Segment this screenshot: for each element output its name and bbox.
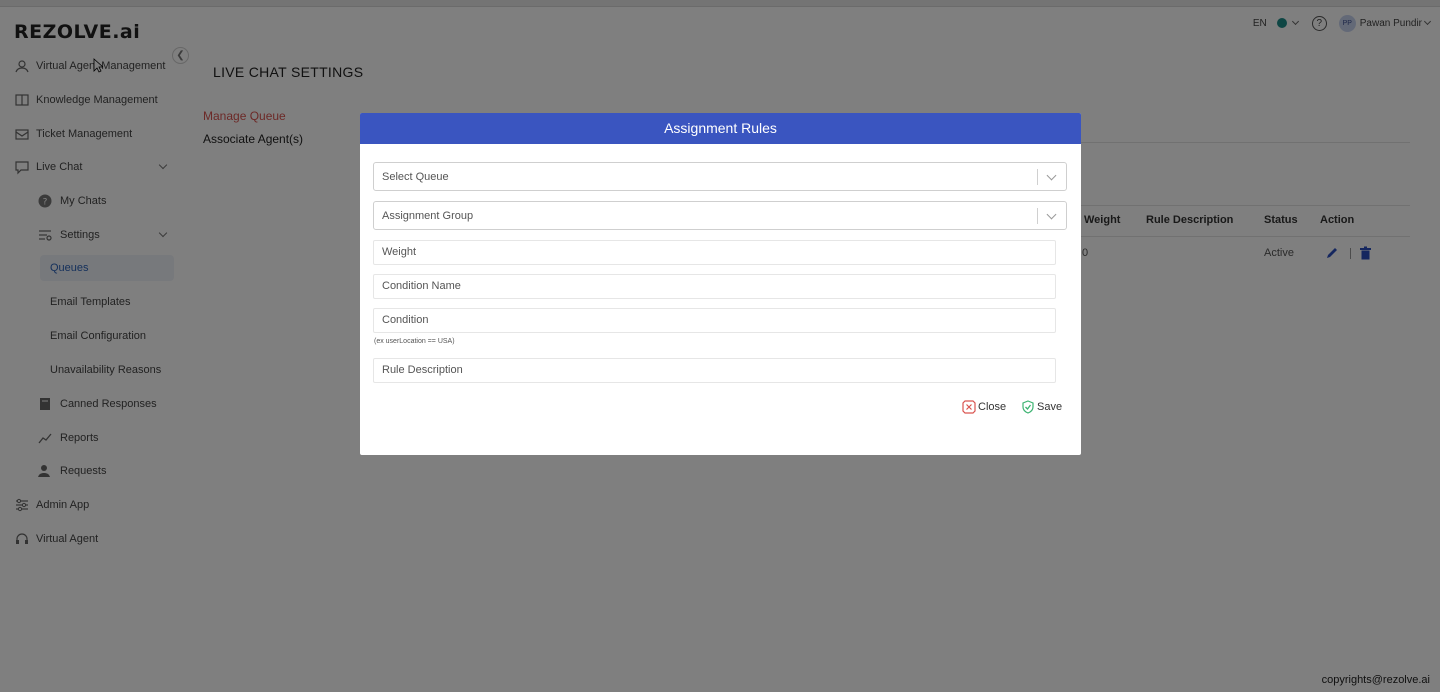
select-queue-placeholder: Select Queue [382, 170, 449, 183]
chevron-down-icon[interactable] [1046, 170, 1057, 181]
save-button[interactable]: Save [1021, 400, 1062, 414]
rule-description-input[interactable]: Rule Description [373, 358, 1056, 383]
condition-hint: (ex userLocation == USA) [374, 338, 455, 345]
close-button-label: Close [978, 401, 1007, 413]
chevron-down-icon[interactable] [1046, 209, 1057, 220]
select-queue-dropdown[interactable]: Select Queue [373, 162, 1067, 191]
modal-title: Assignment Rules [360, 113, 1081, 144]
close-icon [962, 400, 976, 414]
select-divider [1037, 208, 1038, 224]
assignment-rules-modal: Assignment Rules Select Queue Assignment… [360, 113, 1081, 455]
condition-input[interactable]: Condition [373, 308, 1056, 333]
assignment-group-placeholder: Assignment Group [382, 209, 474, 222]
weight-input[interactable]: Weight [373, 240, 1056, 265]
assignment-group-dropdown[interactable]: Assignment Group [373, 201, 1067, 230]
close-button[interactable]: Close [962, 400, 1006, 414]
save-button-label: Save [1037, 401, 1063, 413]
shield-check-icon [1022, 400, 1034, 414]
condition-name-input[interactable]: Condition Name [373, 274, 1056, 299]
select-divider [1037, 169, 1038, 185]
